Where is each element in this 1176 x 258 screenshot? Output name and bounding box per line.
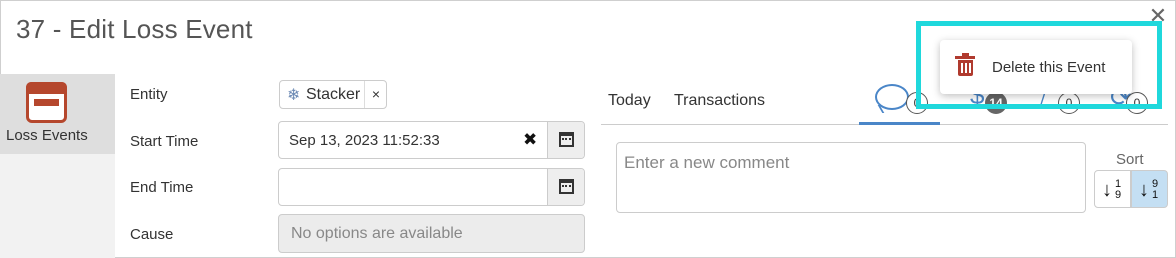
comments-icon	[875, 84, 909, 110]
calendar-icon	[559, 132, 574, 147]
sort-ascending-button[interactable]: ↓ 19	[1094, 170, 1131, 208]
start-time-field[interactable]: Sep 13, 2023 11:52:33 ✖	[278, 121, 585, 159]
comment-input[interactable]: Enter a new comment	[616, 142, 1086, 213]
sort-arrow-icon: ↓	[1139, 179, 1149, 201]
sort-label: Sort	[1116, 151, 1144, 168]
sort-desc-numbers: 91	[1152, 178, 1159, 201]
entity-chip: ❄ Stacker ×	[279, 80, 387, 109]
end-time-field[interactable]	[278, 168, 585, 206]
clear-icon[interactable]: ✖	[523, 130, 537, 150]
active-tab-indicator	[859, 122, 940, 125]
tab-comments[interactable]: 0	[870, 82, 928, 116]
remove-chip-button[interactable]: ×	[364, 81, 387, 108]
tab-transactions[interactable]: Transactions	[674, 92, 765, 110]
cause-select[interactable]: No options are available	[278, 214, 585, 253]
highlight-box	[916, 21, 1162, 109]
sidebar-item-loss-events[interactable]: Loss Events	[0, 74, 115, 154]
dialog-title: 37 - Edit Loss Event	[16, 14, 253, 44]
sidebar-item-label: Loss Events	[6, 127, 88, 144]
comment-placeholder: Enter a new comment	[624, 153, 790, 172]
loss-event-icon	[26, 82, 67, 123]
start-time-label: Start Time	[130, 133, 199, 150]
entity-chip-text: Stacker	[306, 86, 361, 103]
entity-label: Entity	[130, 86, 168, 103]
calendar-icon	[559, 179, 574, 194]
sort-arrow-icon: ↓	[1102, 179, 1112, 201]
end-time-label: End Time	[130, 179, 194, 196]
tab-today[interactable]: Today	[608, 92, 651, 110]
sort-descending-button[interactable]: ↓ 91	[1131, 170, 1168, 208]
sidebar: Loss Events	[0, 74, 115, 258]
snowflake-icon: ❄	[287, 87, 301, 104]
cause-placeholder: No options are available	[291, 225, 463, 242]
calendar-button[interactable]	[547, 122, 584, 158]
cause-label: Cause	[130, 226, 174, 243]
start-time-value: Sep 13, 2023 11:52:33	[289, 132, 440, 149]
calendar-button[interactable]	[547, 169, 584, 205]
sort-asc-numbers: 19	[1115, 178, 1122, 201]
